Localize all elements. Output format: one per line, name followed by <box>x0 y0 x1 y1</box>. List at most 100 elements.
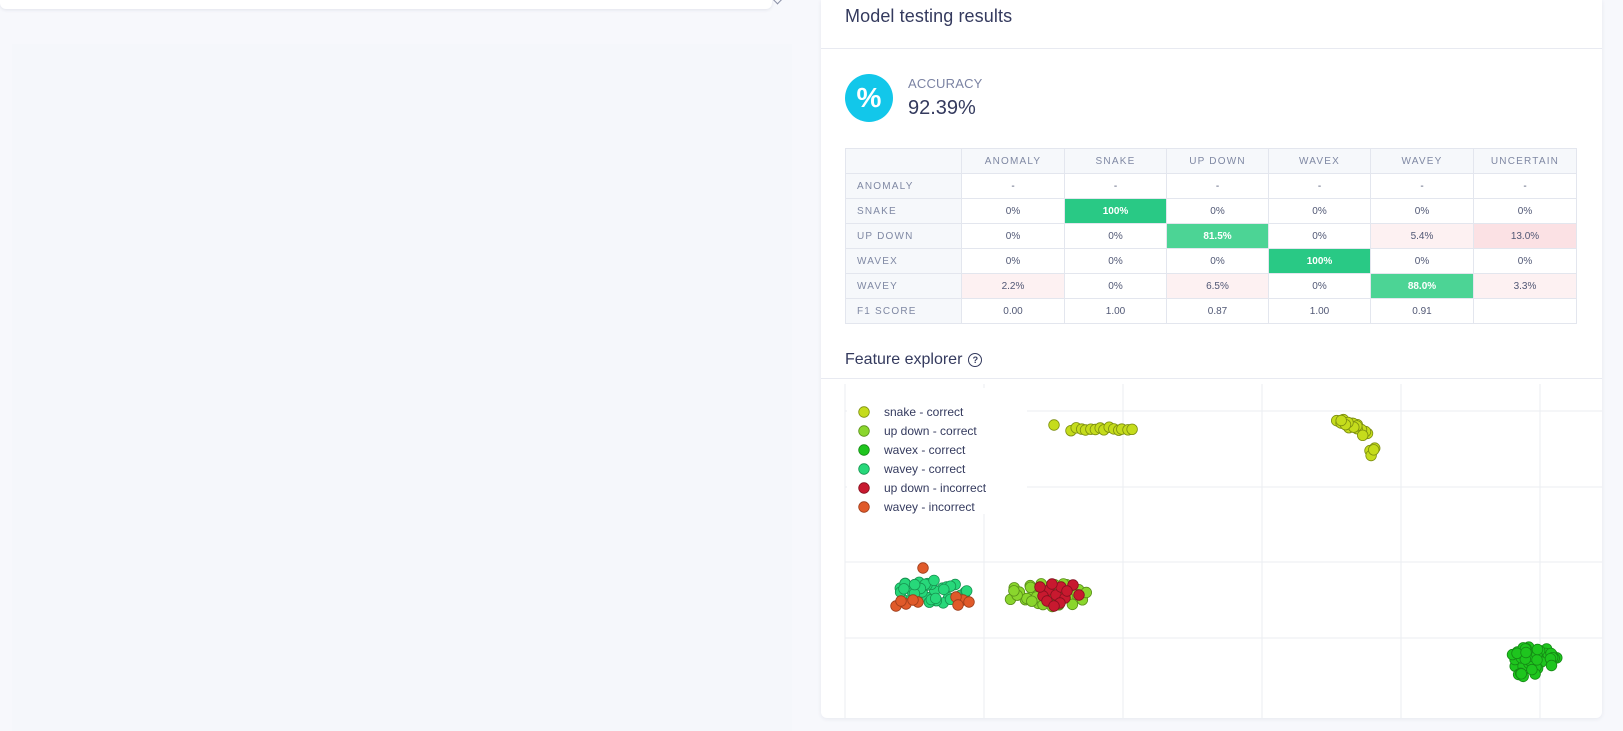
card-title: Model testing results <box>845 6 1013 26</box>
up-down-incorrect-point <box>1034 581 1046 593</box>
column-header: SNAKE <box>1064 148 1167 174</box>
matrix-cell: 100% <box>1268 248 1371 274</box>
column-header: UNCERTAIN <box>1473 148 1577 174</box>
matrix-cell: 6.5% <box>1166 273 1269 299</box>
matrix-cell: 100% <box>1064 198 1167 224</box>
accuracy-value: 92.39% <box>908 97 976 119</box>
f1-score-cell: 1.00 <box>1268 298 1371 324</box>
row-header: WAVEY <box>845 273 962 299</box>
matrix-cell: 3.3% <box>1473 273 1577 299</box>
matrix-cell: 13.0% <box>1473 223 1577 249</box>
model-testing-results-card: Model testing results % ACCURACY 92.39% … <box>821 0 1602 718</box>
snake-correct-point <box>1357 429 1369 442</box>
wavex-correct-point <box>1531 654 1543 666</box>
matrix-cell: - <box>961 173 1065 199</box>
matrix-cell: 0% <box>1268 273 1371 299</box>
matrix-cell: - <box>1473 173 1577 199</box>
matrix-cell: 0% <box>961 198 1065 224</box>
f1-score-cell: 0.91 <box>1370 298 1474 324</box>
row-header: F1 SCORE <box>845 298 962 324</box>
wavey-correct-point <box>908 578 921 591</box>
wavex-correct-point <box>1515 668 1528 680</box>
row-header: WAVEX <box>845 248 962 274</box>
corner-cell <box>845 148 962 174</box>
matrix-cell: 0% <box>1166 198 1269 224</box>
up-down-incorrect-point <box>1061 585 1073 597</box>
matrix-cell: 0% <box>1473 248 1577 274</box>
matrix-cell: 0% <box>1268 223 1371 249</box>
matrix-cell: 2.2% <box>961 273 1065 299</box>
up-down-incorrect-point <box>1046 578 1058 590</box>
legend-label: wavey - incorrect <box>883 500 975 514</box>
matrix-cell: 0% <box>1064 273 1167 299</box>
legend-label: up down - correct <box>884 424 977 438</box>
legend-marker <box>858 406 870 418</box>
up-down-correct-point <box>1024 581 1037 594</box>
row-header: ANOMALY <box>845 173 962 199</box>
legend-marker <box>858 463 870 475</box>
matrix-cell: 0% <box>1064 248 1167 274</box>
table-row: WAVEY 2.2% 0% 6.5% 0% 88.0% 3.3% <box>845 273 1577 299</box>
up-down-incorrect-point <box>1073 589 1085 601</box>
table-row: WAVEX 0% 0% 0% 100% 0% 0% <box>845 248 1577 274</box>
accuracy-label: ACCURACY <box>908 76 983 91</box>
row-header: UP DOWN <box>845 223 962 249</box>
empty-panel <box>12 44 792 731</box>
legend-label: up down - incorrect <box>884 481 987 495</box>
column-header: WAVEY <box>1370 148 1474 174</box>
table-row: SNAKE 0% 100% 0% 0% 0% 0% <box>845 198 1577 224</box>
wavey-incorrect-point <box>952 599 964 611</box>
legend-marker <box>858 501 870 513</box>
matrix-cell: 0% <box>1370 198 1474 224</box>
legend-marker <box>858 425 870 437</box>
matrix-cell: 0% <box>1370 248 1474 274</box>
up-down-correct-point <box>1008 585 1020 597</box>
wavex-correct-point <box>1526 663 1538 676</box>
divider <box>821 378 1602 379</box>
snake-correct-point <box>1126 423 1138 436</box>
snake-correct-point <box>1048 419 1060 431</box>
collapse-handle-icon[interactable] <box>772 0 783 5</box>
matrix-cell: - <box>1064 173 1167 199</box>
legend-label: wavey - correct <box>883 462 966 476</box>
matrix-cell: 0% <box>1064 223 1167 249</box>
matrix-cell: 88.0% <box>1370 273 1474 299</box>
wavey-correct-point <box>898 583 910 595</box>
previous-card <box>0 0 783 9</box>
row-header: SNAKE <box>845 198 962 224</box>
feature-explorer-scatter[interactable]: snake - correct up down - correct wavex - … <box>821 382 1602 718</box>
feature-explorer-label: Feature explorer <box>845 351 963 368</box>
matrix-cell: 0% <box>961 248 1065 274</box>
column-header: UP DOWN <box>1166 148 1269 174</box>
matrix-cell: - <box>1370 173 1474 199</box>
column-header: WAVEX <box>1268 148 1371 174</box>
wavey-incorrect-point <box>895 595 907 607</box>
legend-label: wavex - correct <box>883 443 966 457</box>
wavey-incorrect-point <box>963 596 975 608</box>
matrix-cell: 0% <box>961 223 1065 249</box>
percent-icon: % <box>845 74 893 122</box>
f1-score-cell <box>1473 298 1577 324</box>
question-circle-icon[interactable]: ? <box>968 353 983 367</box>
wavey-correct-point <box>928 574 940 587</box>
divider <box>821 48 1602 49</box>
matrix-cell: 81.5% <box>1166 223 1269 249</box>
wavey-incorrect-point <box>917 562 929 574</box>
matrix-cell: 5.4% <box>1370 223 1474 249</box>
matrix-cell: 0% <box>1268 198 1371 224</box>
wavey-incorrect-point <box>907 594 919 606</box>
wavey-correct-point <box>929 592 942 605</box>
confusion-matrix-header-row: ANOMALY SNAKE UP DOWN WAVEX WAVEY UNCERT… <box>845 148 1577 174</box>
legend-marker <box>858 444 870 456</box>
feature-explorer-title: Feature explorer? <box>845 351 983 369</box>
up-down-correct-point <box>1026 595 1038 607</box>
matrix-cell: 0% <box>1166 248 1269 274</box>
legend-marker <box>858 482 870 494</box>
snake-correct-point <box>1368 444 1380 456</box>
wavex-correct-point <box>1531 643 1544 656</box>
table-row: ANOMALY - - - - - - <box>845 173 1577 199</box>
table-row: UP DOWN 0% 0% 81.5% 0% 5.4% 13.0% <box>845 223 1577 249</box>
wavex-correct-point <box>1545 659 1558 672</box>
matrix-cell: 0% <box>1473 198 1577 224</box>
wavey-correct-point <box>938 583 950 596</box>
